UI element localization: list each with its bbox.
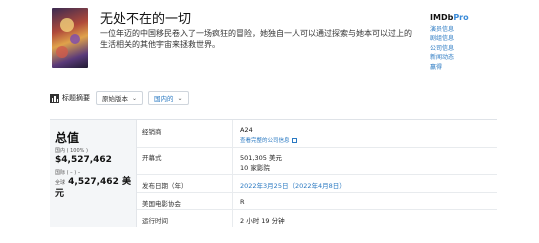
movie-title: 无处不在的一切	[100, 12, 192, 27]
movie-poster[interactable]	[52, 8, 88, 68]
movie-description: 一位年迈的中国移民卷入了一场疯狂的冒险，她独自一人可以通过探索与她本可以过上的生…	[100, 29, 412, 49]
region-dropdown-label: 国内的	[154, 95, 174, 103]
imdbpro-link-crew[interactable]: 剧组信息	[430, 34, 454, 43]
mpaa-row: 美国电影协会 R	[137, 193, 497, 210]
international-value: –	[77, 170, 81, 176]
mpaa-label: 美国电影协会	[142, 200, 181, 208]
imdbpro-link-company[interactable]: 公司信息	[430, 44, 454, 53]
totals-title: 总值	[55, 131, 80, 145]
runtime-label: 运行时间	[142, 217, 168, 225]
details-table: 经销商 A24 查看完整的公司信息 开幕式 501,305 美元 10 家影院 …	[137, 120, 497, 227]
imdbpro-brand-pro: Pro	[453, 13, 469, 22]
company-info-link-label: 查看完整的公司信息	[240, 138, 290, 144]
chevron-down-icon: ⌄	[132, 94, 138, 102]
imdbpro-link-cast[interactable]: 演员信息	[430, 25, 454, 34]
release-date-row: 发布日期（年） 2022年3月25日（2022年4月8日）	[137, 175, 497, 193]
domestic-label: 国内 ( 100% )	[55, 148, 88, 154]
bar-chart-icon	[50, 93, 59, 103]
imdbpro-brand-main: IMDb	[430, 13, 454, 22]
company-info-link[interactable]: 查看完整的公司信息	[240, 136, 297, 144]
chevron-down-icon: ⌄	[177, 94, 183, 102]
opening-row: 开幕式 501,305 美元 10 家影院	[137, 148, 497, 175]
runtime-value: 2 小时 19 分钟	[240, 217, 285, 225]
opening-label: 开幕式	[142, 154, 162, 162]
controls-bar: 标题摘要 原始版本 ⌄ 国内的 ⌄	[50, 91, 194, 105]
worldwide-line: 全球 4,527,462 美元	[55, 177, 135, 200]
region-dropdown[interactable]: 国内的 ⌄	[148, 91, 189, 105]
mpaa-value: R	[240, 198, 245, 206]
imdbpro-link-news[interactable]: 新闻动态	[430, 53, 454, 62]
distributor-row: 经销商 A24 查看完整的公司信息	[137, 120, 497, 148]
opening-value: 501,305 美元	[240, 154, 282, 162]
external-link-icon	[291, 138, 297, 143]
imdbpro-links: 演员信息 剧组信息 公司信息 新闻动态 赢得	[430, 25, 454, 72]
international-label: 国际 ( – ) –	[55, 169, 80, 176]
totals-box: 总值 国内 ( 100% ) $4,527,462 国际 ( – ) – 全球 …	[50, 120, 137, 227]
imdbpro-logo[interactable]: IMDbPro	[430, 13, 469, 22]
distributor-label: 经销商	[142, 128, 162, 136]
release-date-value[interactable]: 2022年3月25日（2022年4月8日）	[240, 180, 346, 190]
release-dropdown[interactable]: 原始版本 ⌄	[96, 91, 144, 105]
runtime-row: 运行时间 2 小时 19 分钟	[137, 210, 497, 227]
imdbpro-link-awards[interactable]: 赢得	[430, 63, 454, 72]
release-date-label: 发布日期（年）	[142, 182, 188, 190]
distributor-value: A24	[240, 126, 253, 134]
domestic-value: $4,527,462	[55, 155, 112, 165]
release-dropdown-label: 原始版本	[102, 95, 128, 103]
international-label-text: 国际 ( – )	[55, 170, 77, 176]
worldwide-label: 全球	[55, 180, 66, 186]
worldwide-value: 4,527,462 美元	[55, 177, 131, 199]
opening-theaters: 10 家影院	[240, 164, 270, 172]
title-summary-label[interactable]: 标题摘要	[62, 93, 90, 103]
box-office-panel: 总值 国内 ( 100% ) $4,527,462 国际 ( – ) – 全球 …	[50, 119, 497, 227]
